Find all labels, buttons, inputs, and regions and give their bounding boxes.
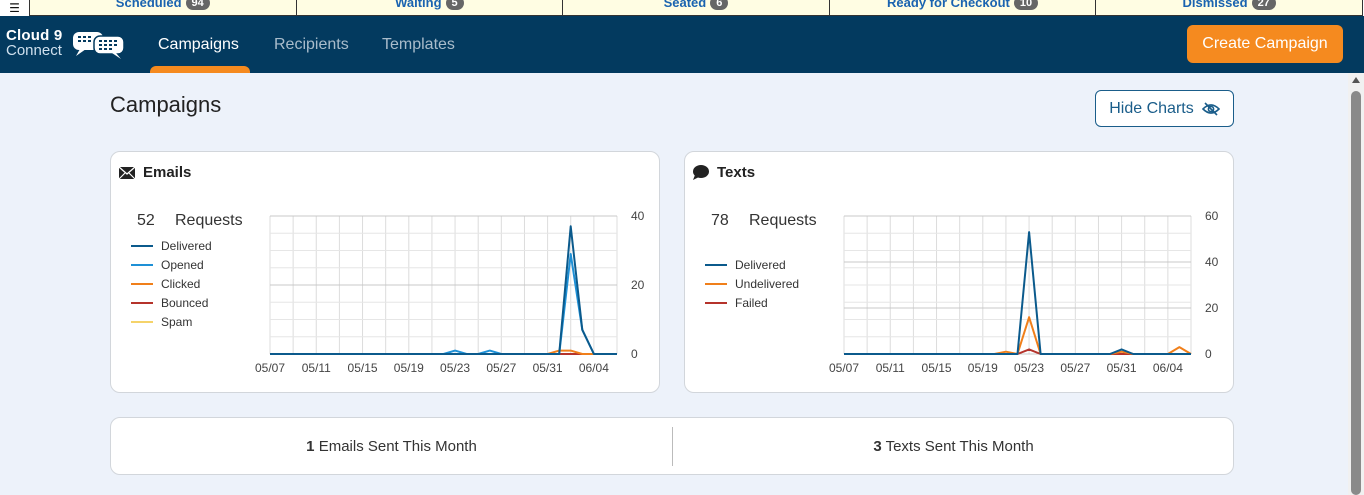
chat-bubbles-logo-icon <box>73 32 125 59</box>
x-tick-label: 05/27 <box>1060 361 1090 375</box>
status-label: Ready for Checkout <box>887 0 1010 10</box>
texts-sent-summary: 3 Texts Sent This Month <box>673 438 1234 455</box>
x-tick-label: 05/11 <box>302 361 331 375</box>
create-campaign-button[interactable]: Create Campaign <box>1187 25 1343 63</box>
tab-templates[interactable]: Templates <box>382 36 455 54</box>
x-tick-label: 05/31 <box>1107 361 1137 375</box>
x-tick-label: 05/19 <box>394 361 424 375</box>
emails-sent-label: Emails Sent This Month <box>318 438 477 455</box>
status-dismissed[interactable]: Dismissed 27 <box>1096 0 1363 16</box>
status-count-badge: 27 <box>1251 0 1276 10</box>
x-tick-label: 05/31 <box>533 361 563 375</box>
y-tick-label: 60 <box>1205 209 1219 223</box>
scroll-thumb[interactable] <box>1351 91 1361 495</box>
status-label: Scheduled <box>115 0 182 10</box>
x-tick-label: 05/15 <box>348 361 378 375</box>
x-tick-label: 05/27 <box>486 361 516 375</box>
status-count-badge: 10 <box>1013 0 1039 10</box>
x-tick-label: 06/04 <box>1153 361 1183 375</box>
status-label: Dismissed <box>1182 0 1248 10</box>
x-tick-label: 05/07 <box>829 361 859 375</box>
x-tick-label: 05/15 <box>922 361 952 375</box>
app-logo[interactable]: Cloud 9 Connect <box>6 27 62 59</box>
status-scheduled[interactable]: Scheduled 94 <box>30 0 297 16</box>
y-tick-label: 40 <box>631 209 645 223</box>
y-tick-label: 20 <box>631 278 645 292</box>
main-navbar: Cloud 9 Connect Campaigns Recipients Tem… <box>0 16 1364 73</box>
x-tick-label: 05/23 <box>1014 361 1044 375</box>
page-title: Campaigns <box>110 92 222 117</box>
tab-recipients[interactable]: Recipients <box>274 36 349 54</box>
y-tick-label: 0 <box>1205 347 1212 361</box>
status-count-badge: 94 <box>185 0 210 10</box>
status-count-badge: 6 <box>710 0 729 10</box>
y-tick-label: 0 <box>631 347 638 361</box>
x-tick-label: 05/23 <box>440 361 470 375</box>
status-count-badge: 5 <box>445 0 464 10</box>
emails-sent-summary: 1 Emails Sent This Month <box>111 438 672 455</box>
emails-card: Emails 52 Requests Delivered Opened Clicked… <box>110 151 660 393</box>
hide-charts-button[interactable]: Hide Charts <box>1095 90 1234 127</box>
status-seated[interactable]: Seated 6 <box>563 0 830 16</box>
x-tick-label: 05/11 <box>876 361 905 375</box>
x-tick-label: 05/19 <box>968 361 998 375</box>
y-tick-label: 20 <box>1205 301 1219 315</box>
scroll-up-arrow-icon[interactable] <box>1352 77 1360 83</box>
emails-line-chart: 0 20 40 05/07 05/11 05/15 05/19 05/23 05/27 05/31… <box>255 209 645 375</box>
emails-sent-count: 1 <box>306 438 315 455</box>
logo-line2: Connect <box>6 42 62 59</box>
status-label: Waiting <box>395 0 442 10</box>
x-tick-label: 06/04 <box>579 361 609 375</box>
status-ready-for-checkout[interactable]: Ready for Checkout 10 <box>829 0 1097 16</box>
active-tab-indicator <box>150 66 250 73</box>
page-scrollbar[interactable] <box>1348 73 1364 495</box>
monthly-summary: 1 Emails Sent This Month 3 Texts Sent Th… <box>110 417 1234 475</box>
series-line <box>270 253 617 355</box>
eye-slash-icon <box>1201 101 1220 116</box>
texts-line-chart: 0 20 40 60 05/07 05/11 05/15 05/19 05/23 05/27 05/… <box>829 209 1219 375</box>
tab-campaigns[interactable]: Campaigns <box>158 36 239 54</box>
y-tick-label: 40 <box>1205 255 1219 269</box>
texts-sent-count: 3 <box>873 438 882 455</box>
status-waiting[interactable]: Waiting 5 <box>296 0 564 16</box>
x-tick-label: 05/07 <box>255 361 285 375</box>
texts-card: Texts 78 Requests Delivered Undelivered Fai… <box>684 151 1234 393</box>
menu-glyph: ☰ <box>9 1 20 15</box>
series-line <box>270 225 617 355</box>
hide-charts-label: Hide Charts <box>1109 99 1194 117</box>
status-label: Seated <box>663 0 707 10</box>
appointment-status-bar: ☰ Scheduled 94 Waiting 5 Seated 6 Ready for… <box>0 0 1364 16</box>
menu-icon[interactable]: ☰ <box>0 0 30 16</box>
texts-sent-label: Texts Sent This Month <box>885 438 1034 455</box>
